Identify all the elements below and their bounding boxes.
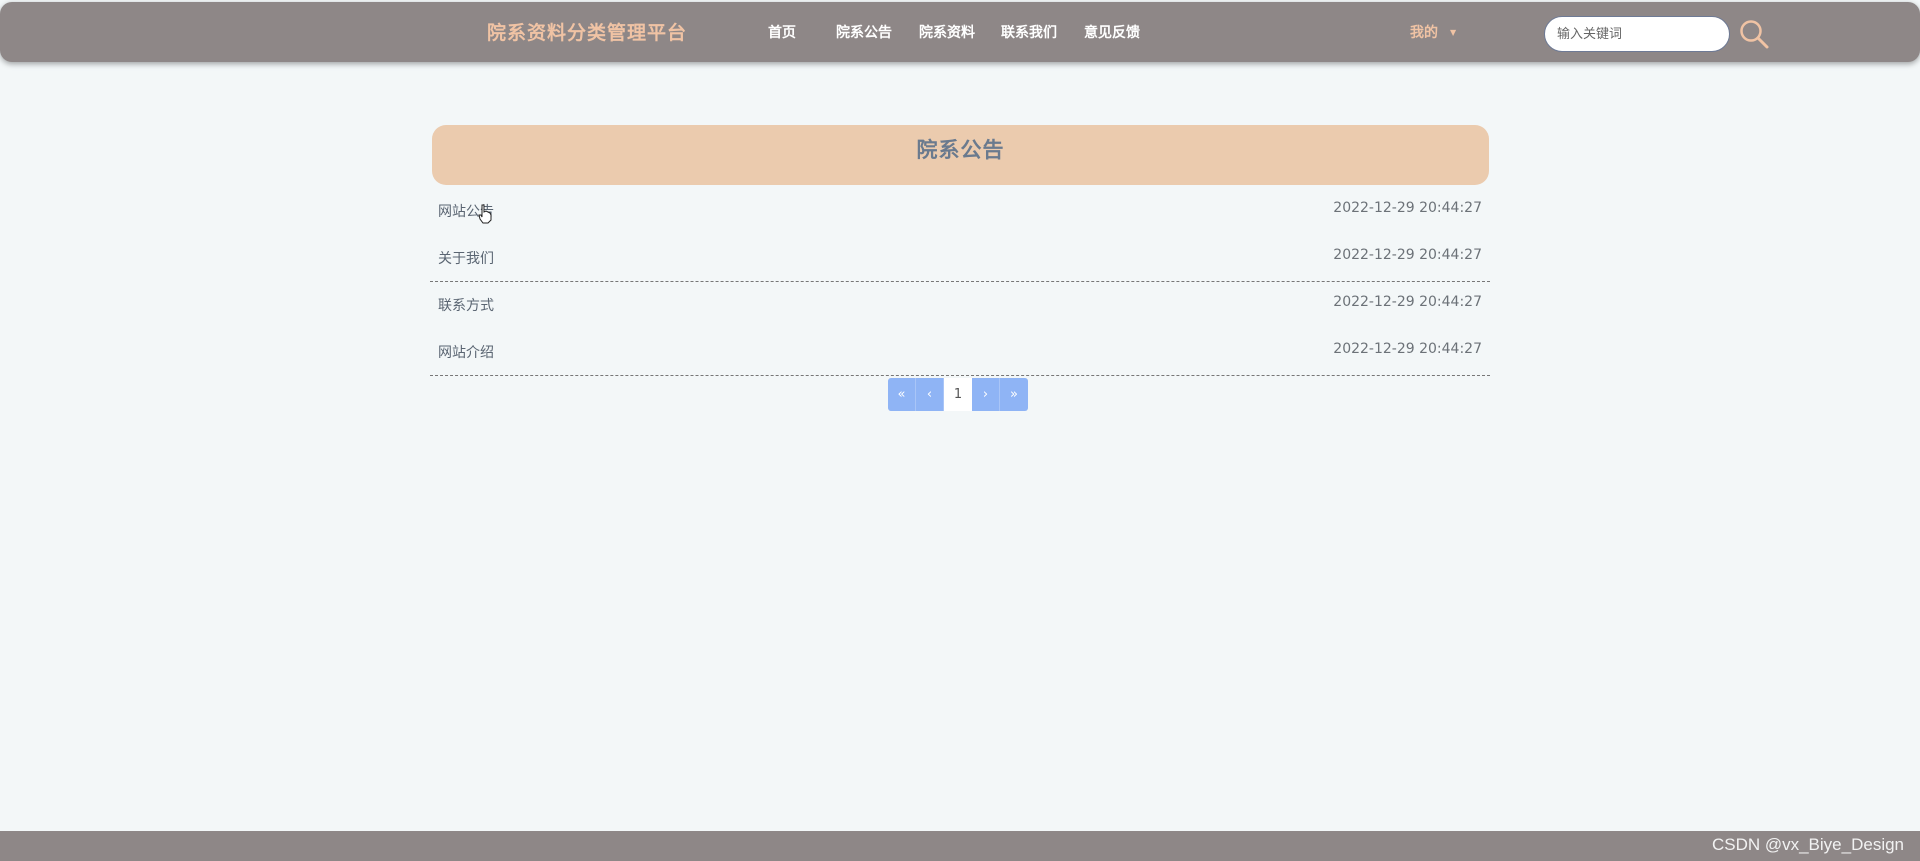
nav-item-contact[interactable]: 联系我们 — [1001, 2, 1057, 64]
nav-item-materials[interactable]: 院系资料 — [919, 2, 975, 64]
notice-title[interactable]: 关于我们 — [438, 248, 494, 268]
watermark: CSDN @vx_Biye_Design — [1711, 835, 1904, 854]
nav-item-announcements[interactable]: 院系公告 — [836, 2, 892, 64]
first-page-button[interactable]: « — [888, 378, 916, 411]
search-icon — [1740, 20, 1769, 49]
search-button[interactable] — [1738, 18, 1770, 50]
my-account-menu[interactable]: 我的 ▼ — [1410, 2, 1456, 64]
caret-down-icon: ▼ — [1450, 28, 1457, 37]
search-input[interactable] — [1544, 16, 1730, 52]
notice-row[interactable]: 关于我们 2022-12-29 20:44:27 — [430, 235, 1490, 282]
notice-date: 2022-12-29 20:44:27 — [1333, 341, 1482, 357]
nav-item-feedback[interactable]: 意见反馈 — [1084, 2, 1140, 64]
last-page-button[interactable]: » — [1000, 378, 1028, 411]
notice-row[interactable]: 网站公告 2022-12-29 20:44:27 — [430, 188, 1490, 235]
top-navbar: 院系资料分类管理平台 首页 院系公告 院系资料 联系我们 意见反馈 我的 ▼ — [0, 2, 1920, 62]
pagination: « ‹ 1 › » — [888, 378, 1028, 411]
notice-row[interactable]: 网站介绍 2022-12-29 20:44:27 — [430, 329, 1490, 376]
prev-page-button[interactable]: ‹ — [916, 378, 944, 411]
nav-item-home[interactable]: 首页 — [768, 2, 796, 64]
hand-cursor-icon — [478, 204, 492, 224]
notice-date: 2022-12-29 20:44:27 — [1333, 294, 1482, 310]
section-title: 院系公告 — [432, 125, 1489, 185]
notice-row[interactable]: 联系方式 2022-12-29 20:44:27 — [430, 282, 1490, 329]
notice-date: 2022-12-29 20:44:27 — [1333, 200, 1482, 216]
notice-date: 2022-12-29 20:44:27 — [1333, 247, 1482, 263]
notice-title[interactable]: 网站介绍 — [438, 342, 494, 362]
notice-list: 网站公告 2022-12-29 20:44:27 关于我们 2022-12-29… — [430, 188, 1490, 376]
my-account-label: 我的 — [1410, 25, 1438, 41]
footer: CSDN @vx_Biye_Design — [0, 831, 1920, 861]
notice-title[interactable]: 联系方式 — [438, 295, 494, 315]
next-page-button[interactable]: › — [972, 378, 1000, 411]
current-page[interactable]: 1 — [944, 378, 972, 411]
site-brand[interactable]: 院系资料分类管理平台 — [487, 2, 687, 64]
